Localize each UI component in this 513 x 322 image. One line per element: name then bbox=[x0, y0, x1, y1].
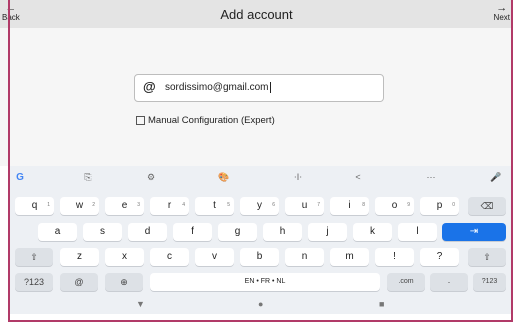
at-icon: @ bbox=[143, 79, 156, 94]
key-d[interactable]: d bbox=[128, 223, 167, 241]
text-cursor bbox=[269, 82, 271, 93]
form-area: @ sordissimo@gmail.com Manual Configurat… bbox=[0, 28, 513, 166]
shift-left-key[interactable]: ⇧ bbox=[15, 248, 53, 266]
key-hint: 6 bbox=[272, 202, 275, 208]
key-hint: 1 bbox=[47, 202, 50, 208]
key-c[interactable]: c bbox=[150, 248, 189, 266]
key-l[interactable]: l bbox=[398, 223, 437, 241]
key-exclamation[interactable]: ! bbox=[375, 248, 414, 266]
enter-key[interactable]: ⇥ bbox=[442, 223, 506, 241]
key-question[interactable]: ? bbox=[420, 248, 459, 266]
globe-icon[interactable]: ⊕ bbox=[105, 273, 143, 291]
key-o[interactable]: o9 bbox=[375, 197, 414, 215]
symbols-right-key[interactable]: ?123 bbox=[473, 273, 506, 291]
key-i[interactable]: i8 bbox=[330, 197, 369, 215]
key-hint: 3 bbox=[137, 202, 140, 208]
theme-icon[interactable]: 🎨 bbox=[214, 172, 234, 183]
key-j[interactable]: j bbox=[308, 223, 347, 241]
manual-config-label: Manual Configuration (Expert) bbox=[148, 115, 275, 126]
key-v[interactable]: v bbox=[195, 248, 234, 266]
key-h[interactable]: h bbox=[263, 223, 302, 241]
space-key[interactable]: EN • FR • NL bbox=[150, 273, 380, 291]
key-hint: 2 bbox=[92, 202, 95, 208]
app-bar: ← Back Add account → Next bbox=[0, 0, 513, 28]
key-t[interactable]: t5 bbox=[195, 197, 234, 215]
manual-config-checkbox[interactable] bbox=[136, 115, 145, 125]
at-key[interactable]: @ bbox=[60, 273, 98, 291]
key-a[interactable]: a bbox=[38, 223, 77, 241]
key-hint: 0 bbox=[452, 202, 455, 208]
key-hint: 5 bbox=[227, 202, 230, 208]
next-label: Next bbox=[493, 13, 510, 22]
share-icon[interactable]: < bbox=[348, 172, 368, 182]
clipboard-icon[interactable]: ⎘ bbox=[78, 172, 98, 183]
more-icon[interactable]: ⋯ bbox=[421, 172, 441, 183]
on-screen-keyboard: G ⎘ ⚙ 🎨 ⋅I⋅ < ⋯ 🎤 q1 w2 e3 r4 t5 y6 u7 i8 o9 p0 ⌫… bbox=[10, 166, 511, 314]
key-f[interactable]: f bbox=[173, 223, 212, 241]
system-nav-bar: ▼ ● ■ bbox=[10, 297, 511, 314]
keyboard-toolbar: G ⎘ ⚙ 🎨 ⋅I⋅ < ⋯ 🎤 bbox=[10, 166, 511, 190]
key-k[interactable]: k bbox=[353, 223, 392, 241]
key-r[interactable]: r4 bbox=[150, 197, 189, 215]
key-y[interactable]: y6 bbox=[240, 197, 279, 215]
key-g[interactable]: g bbox=[218, 223, 257, 241]
dotcom-key[interactable]: .com bbox=[387, 273, 425, 291]
key-hint: 7 bbox=[317, 202, 320, 208]
frame-border-left bbox=[8, 0, 10, 322]
cursor-control-icon[interactable]: ⋅I⋅ bbox=[288, 172, 308, 183]
key-w[interactable]: w2 bbox=[60, 197, 99, 215]
backspace-key[interactable]: ⌫ bbox=[468, 197, 506, 215]
symbols-left-key[interactable]: ?123 bbox=[15, 273, 53, 291]
page-title: Add account bbox=[220, 7, 293, 22]
key-s[interactable]: s bbox=[83, 223, 122, 241]
mic-off-icon[interactable]: 🎤 bbox=[486, 172, 506, 183]
key-z[interactable]: z bbox=[60, 248, 99, 266]
key-hint: 8 bbox=[362, 202, 365, 208]
next-button[interactable]: → Next bbox=[494, 3, 510, 22]
key-q[interactable]: q1 bbox=[15, 197, 54, 215]
key-hint: 9 bbox=[407, 202, 410, 208]
key-x[interactable]: x bbox=[105, 248, 144, 266]
google-icon[interactable]: G bbox=[10, 172, 30, 183]
back-nav-icon[interactable]: ▼ bbox=[136, 299, 145, 309]
email-value: sordissimo@gmail.com bbox=[165, 82, 271, 94]
home-nav-icon[interactable]: ● bbox=[258, 299, 263, 309]
key-hint: 4 bbox=[182, 202, 185, 208]
key-m[interactable]: m bbox=[330, 248, 369, 266]
shift-right-key[interactable]: ⇧ bbox=[468, 248, 506, 266]
manual-config-option[interactable]: Manual Configuration (Expert) bbox=[136, 115, 275, 127]
key-n[interactable]: n bbox=[285, 248, 324, 266]
settings-icon[interactable]: ⚙ bbox=[141, 172, 161, 183]
key-p[interactable]: p0 bbox=[420, 197, 459, 215]
period-key[interactable]: · bbox=[430, 273, 468, 291]
key-u[interactable]: u7 bbox=[285, 197, 324, 215]
recents-nav-icon[interactable]: ■ bbox=[379, 299, 384, 309]
email-field[interactable]: @ sordissimo@gmail.com bbox=[134, 74, 384, 102]
key-e[interactable]: e3 bbox=[105, 197, 144, 215]
key-b[interactable]: b bbox=[240, 248, 279, 266]
